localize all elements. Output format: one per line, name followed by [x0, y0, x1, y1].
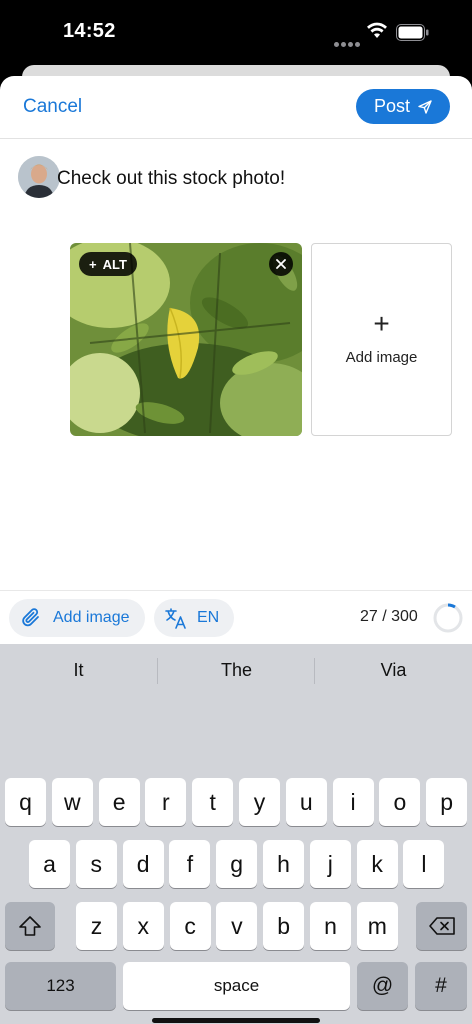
add-image-button-label: Add image [53, 609, 130, 626]
key-p[interactable]: p [426, 778, 468, 826]
send-icon [418, 99, 432, 114]
key-n[interactable]: n [310, 902, 351, 950]
key-o[interactable]: o [379, 778, 421, 826]
add-image-tile[interactable]: + Add image [311, 243, 452, 436]
translate-icon [165, 608, 186, 629]
key-f[interactable]: f [169, 840, 211, 888]
language-label: EN [197, 609, 220, 626]
key-v[interactable]: v [216, 902, 258, 950]
close-icon [276, 259, 286, 269]
post-button[interactable]: Post [356, 89, 450, 124]
plus-icon: + [373, 308, 390, 339]
alt-text-button[interactable]: + ALT [79, 252, 137, 276]
key-i[interactable]: i [332, 778, 374, 826]
key-w[interactable]: w [51, 778, 93, 826]
shift-icon [19, 916, 41, 936]
numbers-key[interactable]: 123 [5, 962, 116, 1010]
attached-photo[interactable]: + ALT [70, 243, 302, 436]
key-e[interactable]: e [98, 778, 140, 826]
key-k[interactable]: k [356, 840, 398, 888]
suggestion-item[interactable]: It [0, 660, 157, 681]
at-key[interactable]: @ [357, 962, 408, 1010]
key-l[interactable]: l [403, 840, 445, 888]
key-m[interactable]: m [356, 902, 398, 950]
remove-image-button[interactable] [269, 252, 293, 276]
plus-icon: + [89, 256, 97, 272]
battery-icon [396, 24, 429, 41]
space-key[interactable]: space [123, 962, 350, 1010]
key-t[interactable]: t [192, 778, 234, 826]
post-label: Post [373, 96, 411, 116]
suggestion-item[interactable]: The [158, 660, 315, 681]
post-text-input[interactable]: Check out this stock photo! [57, 168, 285, 190]
backspace-key[interactable] [416, 902, 467, 950]
compose-sheet: Cancel Post Check out this stock photo! [0, 76, 472, 1024]
home-indicator [152, 1018, 320, 1023]
character-count: 27 / 300 [360, 608, 418, 625]
key-x[interactable]: x [122, 902, 164, 950]
key-d[interactable]: d [122, 840, 164, 888]
key-z[interactable]: z [76, 902, 117, 950]
language-button[interactable]: EN [154, 599, 234, 637]
suggestion-bar: It The Via [0, 644, 472, 696]
key-q[interactable]: q [5, 778, 46, 826]
key-c[interactable]: c [169, 902, 211, 950]
keyboard: It The Via qwertyuiop asdfghjkl zxcvbnm … [0, 644, 472, 1024]
compose-toolbar: Add image EN 27 / 300 [0, 590, 472, 645]
add-image-button[interactable]: Add image [9, 599, 145, 637]
paperclip-icon [22, 608, 39, 627]
key-b[interactable]: b [263, 902, 305, 950]
compose-nav-bar: Cancel Post [0, 76, 472, 139]
status-bar: 14:52 [0, 0, 472, 66]
key-j[interactable]: j [309, 840, 351, 888]
alt-label: ALT [102, 256, 127, 272]
suggestion-item[interactable]: Via [315, 660, 472, 681]
backspace-icon [428, 917, 455, 935]
signal-icon [334, 34, 362, 52]
hash-key[interactable]: # [415, 962, 467, 1010]
status-time: 14:52 [63, 20, 116, 42]
key-a[interactable]: a [29, 840, 70, 888]
key-u[interactable]: u [285, 778, 327, 826]
key-g[interactable]: g [216, 840, 258, 888]
shift-key[interactable] [5, 902, 55, 950]
key-r[interactable]: r [145, 778, 187, 826]
avatar[interactable] [18, 156, 60, 198]
character-progress-ring [433, 603, 463, 633]
add-image-tile-label: Add image [345, 349, 418, 366]
cancel-button[interactable]: Cancel [23, 96, 82, 118]
wifi-icon [367, 22, 387, 38]
key-y[interactable]: y [239, 778, 280, 826]
key-h[interactable]: h [263, 840, 304, 888]
key-s[interactable]: s [75, 840, 117, 888]
